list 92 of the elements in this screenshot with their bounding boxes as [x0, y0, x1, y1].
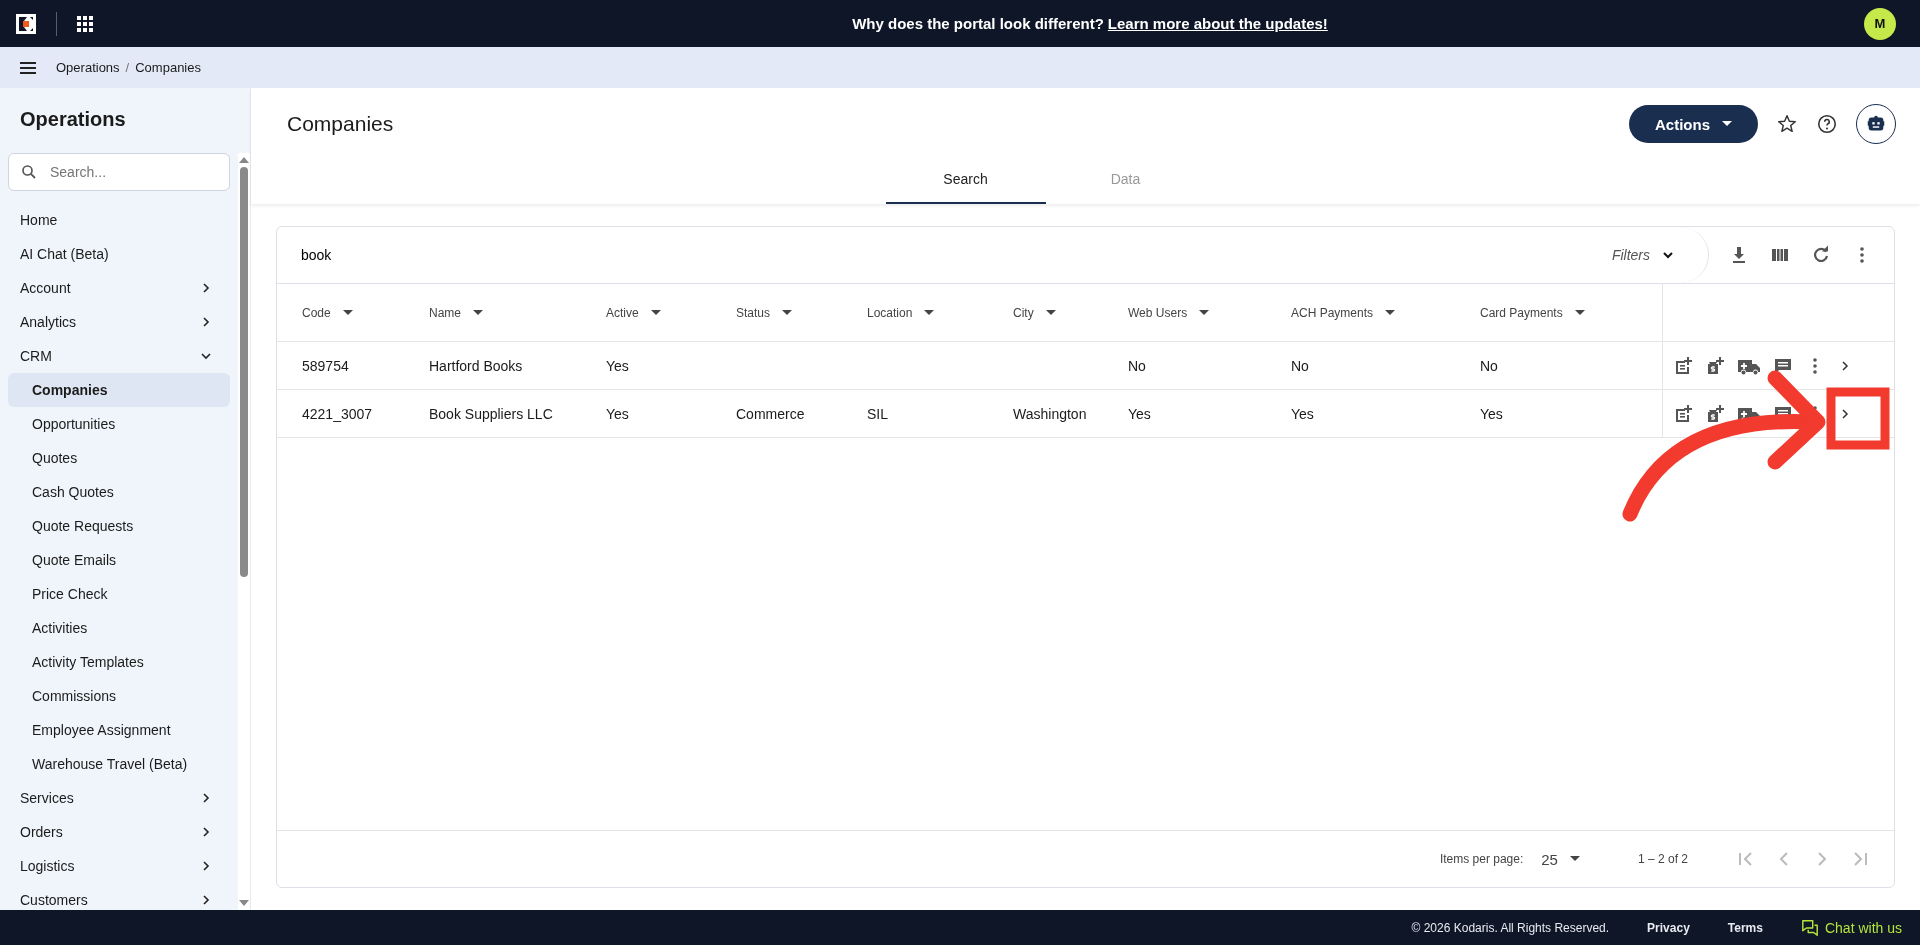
table-cell: No [1128, 357, 1146, 374]
table-cell: Yes [1291, 405, 1314, 422]
sidebar-item[interactable]: Customers [8, 883, 230, 910]
scrollbar[interactable] [238, 153, 250, 910]
table-cell: Hartford Books [429, 357, 523, 374]
page-title: Companies [287, 112, 394, 136]
sidebar-subitem[interactable]: Employee Assignment [8, 713, 230, 747]
table-cell: SIL [867, 405, 888, 422]
breadcrumb-link[interactable]: Companies [135, 60, 201, 75]
sidebar-item[interactable]: Services [8, 781, 230, 815]
sort-caret-icon [924, 309, 935, 316]
actions-button[interactable]: Actions [1629, 105, 1758, 143]
page-range: 1 – 2 of 2 [1637, 852, 1688, 866]
refresh-icon[interactable] [1811, 245, 1831, 265]
user-avatar[interactable]: M [1864, 7, 1896, 40]
chevron-right-icon[interactable] [1839, 359, 1851, 372]
sidebar-item[interactable]: AI Chat (Beta) [8, 237, 230, 271]
sort-caret-icon [342, 309, 353, 316]
sort-caret-icon [1385, 309, 1396, 316]
sidebar-subitem[interactable]: Warehouse Travel (Beta) [8, 747, 230, 781]
sidebar-item[interactable]: Analytics [8, 305, 230, 339]
sort-caret-icon [473, 309, 483, 316]
table-cell: 589754 [302, 357, 349, 374]
note-add-icon[interactable] [1673, 403, 1693, 424]
sidebar-item[interactable]: Home [8, 203, 230, 237]
sidebar-item[interactable]: CRM [8, 339, 230, 373]
footer-link[interactable]: Privacy [1647, 920, 1690, 935]
sidebar-subitem[interactable]: Cash Quotes [8, 475, 230, 509]
sort-caret-icon [1045, 309, 1056, 316]
sidebar-item[interactable]: Account [8, 271, 230, 305]
column-header[interactable]: Code [302, 305, 353, 320]
sidebar-item[interactable]: Logistics [8, 849, 230, 883]
search-icon [20, 163, 38, 181]
announcement-text: Why does the portal look different? [852, 15, 1104, 32]
caret-icon [1722, 121, 1732, 127]
table-cell: Commerce [736, 405, 805, 422]
tab[interactable]: Search [885, 156, 1046, 204]
sidebar-item[interactable]: Orders [8, 815, 230, 849]
chat-link[interactable]: Chat with us [1800, 918, 1902, 937]
sidebar-subitem[interactable]: Opportunities [8, 407, 230, 441]
column-header[interactable]: Name [429, 305, 483, 320]
sort-caret-icon [650, 309, 661, 316]
page-size-select[interactable]: 25 [1541, 850, 1580, 868]
sidebar-subitem[interactable]: Companies [8, 373, 230, 407]
help-icon[interactable] [1816, 113, 1838, 135]
sidebar-subitem[interactable]: Activities [8, 611, 230, 645]
chevron-right-icon[interactable] [1839, 407, 1851, 420]
breadcrumb-separator: / [125, 60, 130, 75]
sort-caret-icon [782, 309, 793, 316]
sidebar-subitem[interactable]: Quote Requests [8, 509, 230, 543]
search-field[interactable]: Search... [8, 153, 230, 191]
column-header[interactable]: Web Users [1128, 305, 1210, 320]
star-icon[interactable] [1776, 113, 1798, 135]
column-header[interactable]: City [1013, 305, 1056, 320]
table-cell: Yes [606, 405, 629, 422]
copyright-text: © 2026 Kodaris. All Rights Reserved. [1411, 920, 1610, 935]
highlight-box [1826, 387, 1890, 450]
sidebar-subitem[interactable]: Quote Emails [8, 543, 230, 577]
chat-icon [1800, 918, 1819, 937]
column-header[interactable]: Card Payments [1480, 305, 1585, 320]
table-cell: No [1291, 357, 1309, 374]
breadcrumb-link[interactable]: Operations [56, 60, 120, 75]
sidebar-subitem[interactable]: Activity Templates [8, 645, 230, 679]
column-header[interactable]: Location [867, 305, 935, 320]
chevron-down-icon [1662, 249, 1674, 261]
menu-icon[interactable] [20, 61, 36, 74]
table-cell: Yes [1128, 405, 1151, 422]
money-bag-icon[interactable] [1705, 355, 1725, 376]
column-header[interactable]: ACH Payments [1291, 305, 1396, 320]
column-header[interactable]: Status [736, 305, 793, 320]
column-header[interactable]: Active [606, 305, 661, 320]
caret-icon [1569, 856, 1580, 862]
table-cell: Yes [1480, 405, 1503, 422]
sidebar-subitem[interactable]: Quotes [8, 441, 230, 475]
sidebar-title: Operations [19, 107, 127, 132]
money-bag-icon[interactable] [1705, 403, 1725, 424]
table-cell: No [1480, 357, 1498, 374]
table-cell: Washington [1013, 405, 1087, 422]
items-per-page-label: Items per page: [1439, 852, 1524, 866]
sort-caret-icon [1574, 309, 1585, 316]
table-cell: Book Suppliers LLC [429, 405, 553, 422]
sidebar-subitem[interactable]: Commissions [8, 679, 230, 713]
updates-link[interactable]: Learn more about the updates! [1107, 15, 1328, 32]
note-add-icon[interactable] [1673, 355, 1693, 376]
sidebar-subitem[interactable]: Price Check [8, 577, 230, 611]
apps-grid-icon[interactable] [77, 15, 93, 32]
logo-icon[interactable] [16, 13, 36, 34]
sort-caret-icon [1199, 309, 1210, 316]
filters-dropdown[interactable]: Filters [1591, 227, 1709, 283]
table-cell: 4221_3007 [302, 405, 373, 422]
table-cell: Yes [606, 357, 629, 374]
footer-link[interactable]: Terms [1727, 920, 1763, 935]
